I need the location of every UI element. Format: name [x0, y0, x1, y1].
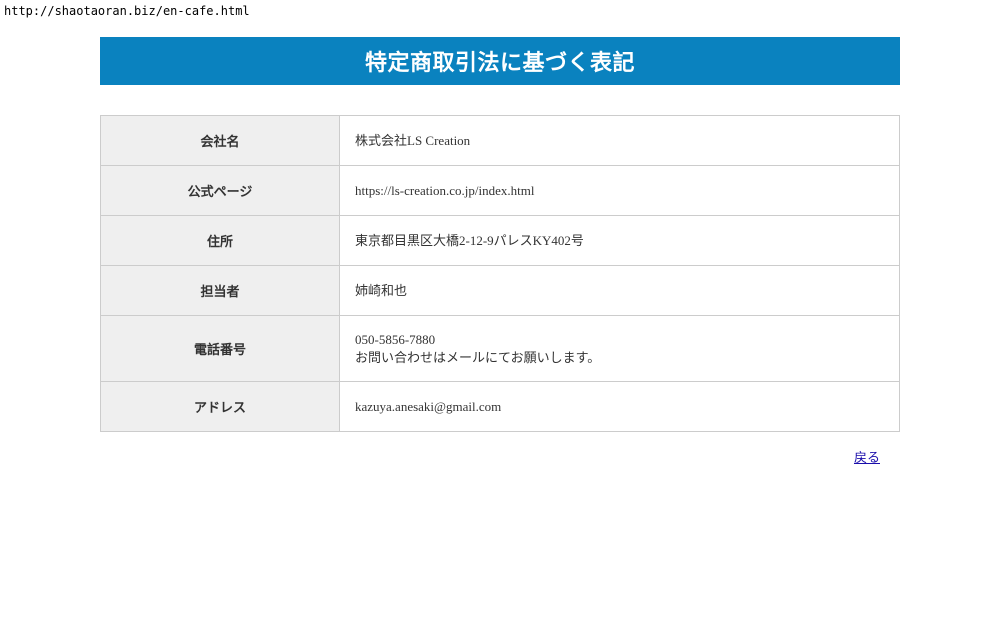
table-row-contact-person: 担当者 姉崎和也 — [100, 265, 900, 316]
table-row-official-page: 公式ページ https://ls-creation.co.jp/index.ht… — [100, 165, 900, 216]
row-label: 電話番号 — [100, 315, 340, 382]
row-label: 住所 — [100, 215, 340, 266]
table-row-address: 住所 東京都目黒区大橋2-12-9パレスKY402号 — [100, 215, 900, 266]
back-link[interactable]: 戻る — [854, 447, 880, 466]
row-label: 担当者 — [100, 265, 340, 316]
row-value: 株式会社LS Creation — [339, 115, 900, 166]
phone-note: お問い合わせはメールにてお願いします。 — [355, 349, 601, 365]
title-banner: 特定商取引法に基づく表記 — [100, 37, 900, 85]
row-value: 東京都目黒区大橋2-12-9パレスKY402号 — [339, 215, 900, 266]
row-label: 公式ページ — [100, 165, 340, 216]
table-row-company-name: 会社名 株式会社LS Creation — [100, 115, 900, 166]
table-row-email: アドレス kazuya.anesaki@gmail.com — [100, 381, 900, 432]
row-value: kazuya.anesaki@gmail.com — [339, 381, 900, 432]
row-label: 会社名 — [100, 115, 340, 166]
page-title: 特定商取引法に基づく表記 — [364, 51, 635, 76]
company-info-table: 会社名 株式会社LS Creation 公式ページ https://ls-cre… — [100, 115, 900, 432]
row-value: 050-5856-7880 お問い合わせはメールにてお願いします。 — [339, 315, 900, 382]
row-value: https://ls-creation.co.jp/index.html — [339, 165, 900, 216]
row-value: 姉崎和也 — [339, 265, 900, 316]
phone-number: 050-5856-7880 — [355, 331, 436, 347]
table-row-phone: 電話番号 050-5856-7880 お問い合わせはメールにてお願いします。 — [100, 315, 900, 382]
address-url: http://shaotaoran.biz/en-cafe.html — [4, 4, 250, 18]
row-label: アドレス — [100, 381, 340, 432]
